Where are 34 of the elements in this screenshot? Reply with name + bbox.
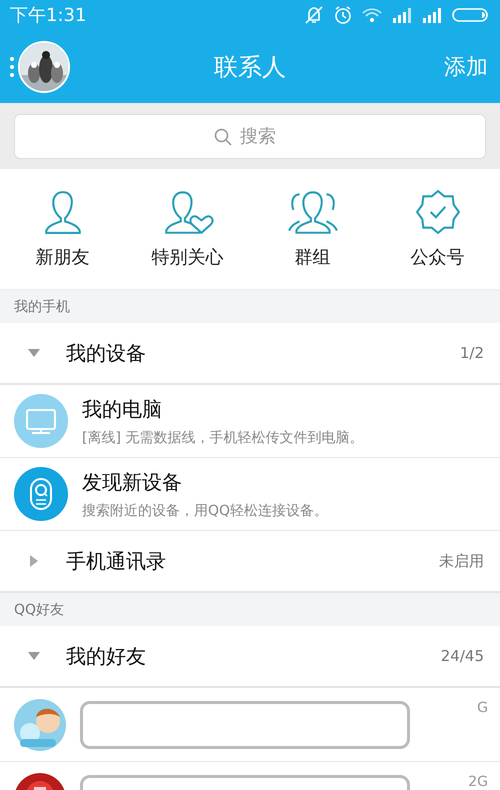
- device-name[interactable]: 我的电脑: [82, 396, 364, 422]
- group-name[interactable]: 我的好友: [66, 642, 146, 670]
- group-name[interactable]: 手机通讯录: [66, 548, 166, 574]
- status-time: 下午1:31: [10, 4, 86, 27]
- alarm-icon: [334, 6, 352, 24]
- battery-icon: [452, 7, 490, 23]
- group-count: 24/45: [440, 647, 484, 665]
- quick-action[interactable]: 公众号: [375, 189, 500, 269]
- section-header: 我的手机: [0, 290, 500, 323]
- device-description: [离线] 无需数据线，手机轻松传文件到电脑。: [82, 428, 364, 446]
- signal-icon: [392, 7, 412, 23]
- network-label: G: [477, 700, 488, 716]
- quick-action[interactable]: 特别关心: [125, 189, 250, 269]
- muted-bell-icon: [304, 6, 324, 24]
- search-icon: [214, 128, 232, 146]
- device-search-icon: [14, 467, 68, 521]
- group-count: 1/2: [460, 344, 484, 362]
- group-name[interactable]: 我的设备: [66, 340, 146, 366]
- collapse-caret-icon[interactable]: [28, 650, 40, 662]
- section-header: QQ好友: [0, 593, 500, 626]
- wifi-icon: [362, 7, 382, 23]
- collapse-caret-icon[interactable]: [28, 347, 40, 359]
- signal-icon: [422, 7, 442, 23]
- group-count: 未启用: [439, 552, 484, 570]
- device-description: 搜索附近的设备，用QQ轻松连接设备。: [82, 502, 328, 520]
- monitor-icon: [14, 394, 68, 448]
- network-label: 2G: [468, 774, 488, 790]
- page-title: 联系人: [214, 52, 286, 80]
- quick-action[interactable]: 新朋友: [0, 189, 125, 269]
- quick-action[interactable]: 群组: [250, 189, 375, 269]
- check-badge-icon: [414, 189, 460, 235]
- menu-icon[interactable]: [10, 56, 14, 76]
- expand-caret-icon[interactable]: [28, 555, 40, 567]
- device-name[interactable]: 发现新设备: [82, 468, 328, 496]
